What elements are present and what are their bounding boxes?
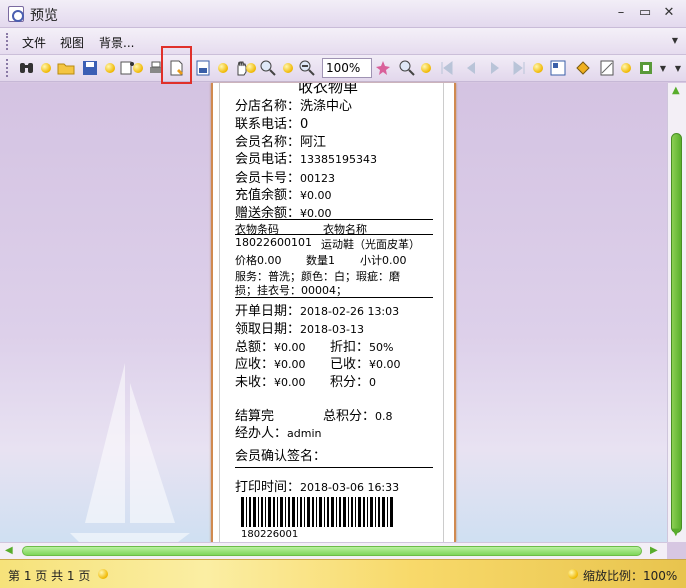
operator-label: 经办人： [235, 426, 288, 441]
receivable-label: 应收： [235, 357, 275, 372]
divider [235, 219, 433, 220]
contact-phone: 联系电话：0 [235, 117, 309, 132]
status-dot-icon [98, 569, 108, 579]
item-subtotal: 小计0.00 [360, 254, 407, 267]
member-phone: 13385195343 [300, 153, 377, 166]
scroll-up-icon[interactable]: ▲ [672, 85, 680, 96]
total-points: 0.8 [375, 410, 393, 423]
separator-dot-icon [41, 63, 51, 73]
single-page-icon[interactable] [194, 59, 212, 77]
app-icon [8, 6, 24, 22]
horizontal-scroll-thumb[interactable] [22, 546, 642, 556]
separator-dot-icon [621, 63, 631, 73]
unpaid-amount: ¥0.00 [274, 376, 306, 389]
status-dot-icon [568, 569, 578, 579]
recharge-label: 充值余额： [235, 188, 301, 203]
save-icon[interactable] [81, 59, 99, 77]
export-icon[interactable] [637, 59, 655, 77]
minimize-button[interactable]: – [612, 5, 630, 21]
last-page-icon[interactable] [510, 59, 528, 77]
zoom-dropdown-icon[interactable] [374, 59, 392, 77]
first-page-icon[interactable] [438, 59, 456, 77]
separator-dot-icon [105, 63, 115, 73]
operator-name: admin [287, 427, 322, 440]
zoom-in-icon[interactable] [259, 59, 277, 77]
maximize-button[interactable]: ▭ [636, 5, 654, 21]
sailboat-icon [70, 363, 190, 542]
received-label: 已收： [330, 357, 370, 372]
next-page-icon[interactable] [486, 59, 504, 77]
paint-bucket-icon[interactable] [574, 59, 592, 77]
barcode-image [241, 497, 393, 527]
points-value: 0 [369, 376, 377, 389]
menu-view[interactable]: 视图 [60, 34, 84, 51]
item-service-line-2: 损；挂衣号：00004； [235, 284, 347, 297]
separator-dot-icon [283, 63, 293, 73]
separator-dot-icon [421, 63, 431, 73]
item-code: 18022600101 [235, 236, 312, 249]
export-dropdown-icon[interactable]: ▼ [660, 64, 666, 73]
barcode-text: 180226001 [241, 529, 299, 540]
menu-bar: 文件 视图 背景... ▼ [0, 28, 686, 55]
member-phone-label: 会员电话： [235, 152, 301, 167]
print-time-label: 打印时间： [235, 480, 301, 495]
toolbar-grip [6, 59, 9, 77]
previous-page-icon[interactable] [462, 59, 480, 77]
zoom-input[interactable]: 100% [322, 58, 372, 78]
toolbar: 100% ▼ ▼ [0, 55, 686, 82]
watermark-icon[interactable] [598, 59, 616, 77]
recharge-balance: ¥0.00 [300, 189, 332, 202]
page-layout-icon[interactable] [549, 59, 567, 77]
zoom-out-icon[interactable] [298, 59, 316, 77]
open-date: 2018-02-26 13:03 [300, 305, 400, 318]
menu-grip [6, 33, 9, 50]
item-qty: 数量1 [306, 254, 335, 267]
zoom-ratio: 缩放比例：100% [583, 569, 678, 583]
total-points-label: 总积分： [323, 409, 376, 424]
toolbar-overflow-icon[interactable]: ▼ [675, 64, 681, 73]
print-time: 2018-03-06 16:33 [300, 481, 400, 494]
separator-dot-icon [133, 63, 143, 73]
open-folder-icon[interactable] [57, 59, 75, 77]
receivable-amount: ¥0.00 [274, 358, 306, 371]
status-bar: 第 1 页 共 1 页 缩放比例：100% [0, 559, 686, 588]
window-title: 预览 [30, 8, 58, 24]
receipt-page: 收衣物单 分店名称：洗涤中心 联系电话：0 会员名称：阿江 会员电话：13385… [211, 83, 456, 542]
separator-dot-icon [218, 63, 228, 73]
divider [235, 297, 433, 298]
received-amount: ¥0.00 [369, 358, 401, 371]
unpaid-label: 未收： [235, 375, 275, 390]
menu-overflow-icon[interactable]: ▼ [672, 36, 678, 45]
zoom-fit-icon[interactable] [398, 59, 416, 77]
horizontal-scrollbar[interactable]: ◀ ▶ [0, 542, 667, 559]
branch-name: 分店名称：洗涤中心 [235, 99, 353, 114]
divider [235, 467, 433, 468]
divider [235, 234, 433, 235]
vertical-scrollbar[interactable]: ▲ ▼ [667, 83, 686, 542]
scroll-down-icon[interactable]: ▼ [672, 527, 680, 538]
scroll-left-icon[interactable]: ◀ [5, 545, 13, 556]
menu-background[interactable]: 背景... [99, 34, 134, 51]
signature-label: 会员确认签名： [235, 449, 327, 464]
page-count: 第 1 页 共 1 页 [8, 569, 91, 583]
menu-file[interactable]: 文件 [22, 34, 46, 51]
title-bar: 预览 – ▭ ✕ [0, 0, 686, 28]
item-name: 运动鞋（光面皮革） [321, 238, 420, 251]
separator-dot-icon [533, 63, 543, 73]
scroll-right-icon[interactable]: ▶ [650, 545, 658, 556]
open-date-label: 开单日期： [235, 304, 301, 319]
item-price: 价格0.00 [235, 254, 282, 267]
pickup-date-label: 领取日期： [235, 322, 301, 337]
highlight-box [161, 46, 192, 84]
find-icon[interactable] [18, 59, 36, 77]
separator-dot-icon [246, 63, 256, 73]
vertical-scroll-thumb[interactable] [671, 133, 682, 533]
points-label: 积分： [330, 375, 370, 390]
close-button[interactable]: ✕ [660, 5, 678, 21]
pickup-date: 2018-03-13 [300, 323, 364, 336]
